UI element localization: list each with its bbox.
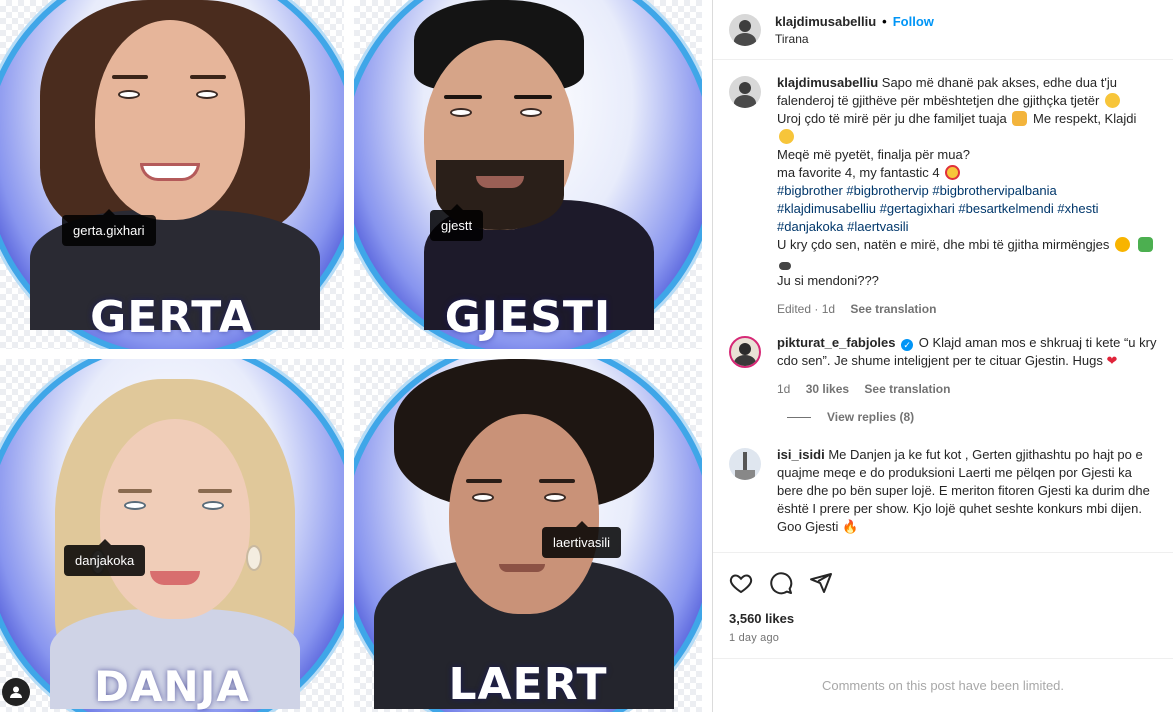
brow xyxy=(466,479,502,483)
mouth xyxy=(150,571,200,585)
red-heart-emoji-icon: ❤ xyxy=(1106,353,1118,368)
follow-button[interactable]: Follow xyxy=(893,14,934,29)
card-name: GJESTI xyxy=(444,292,612,343)
face xyxy=(449,414,599,614)
comment-username[interactable]: pikturat_e_fabjoles xyxy=(777,335,896,350)
mouth xyxy=(140,163,200,181)
brow xyxy=(112,75,148,79)
smiling-emoji-icon xyxy=(779,129,794,144)
author-username[interactable]: klajdimusabelliu xyxy=(775,14,876,29)
comment: pikturat_e_fabjoles ✓ O Klajd aman mos e… xyxy=(729,334,1157,398)
comment-likes[interactable]: 30 likes xyxy=(806,382,849,396)
comments-limited-notice: Comments on this post have been limited. xyxy=(713,658,1173,712)
verified-badge-icon: ✓ xyxy=(901,339,914,351)
comment-icon[interactable] xyxy=(769,571,793,595)
card-name: LAERT xyxy=(448,659,608,710)
view-replies-label: View replies (8) xyxy=(827,410,915,424)
card-laert: LAERT laertivasili xyxy=(354,359,702,712)
hashtags[interactable]: #danjakoka #laertvasili xyxy=(777,219,909,234)
comment-age: 1d xyxy=(777,382,791,396)
comment-text: Me Danjen ja ke fut kot , Gerten gjithas… xyxy=(777,447,1150,534)
brow xyxy=(514,95,552,99)
hashtags[interactable]: #bigbrother #bigbrothervip #bigbrothervi… xyxy=(777,183,1057,198)
caption-text: U kry çdo sen, natën e mirë, dhe mbi të … xyxy=(777,237,1110,252)
caption-text: Uroj çdo të mirë për ju dhe familjet tua… xyxy=(777,111,1007,126)
avatar[interactable] xyxy=(729,76,761,108)
share-icon[interactable] xyxy=(809,571,833,595)
edited-label: Edited · 1d xyxy=(777,302,836,316)
brow xyxy=(118,489,152,493)
eye xyxy=(124,501,146,510)
brow xyxy=(198,489,232,493)
see-translation-link[interactable]: See translation xyxy=(864,382,950,396)
card-name: DANJA xyxy=(94,662,250,711)
hashtags[interactable]: #klajdimusabelliu #gertagixhari #besartk… xyxy=(777,201,1099,216)
post-age: 1 day ago xyxy=(729,632,780,644)
location-link[interactable]: Tirana xyxy=(775,32,934,46)
heart-icon[interactable] xyxy=(729,571,753,595)
likes-count[interactable]: 3,560 likes xyxy=(729,611,1157,626)
praying-hands-emoji-icon xyxy=(1012,111,1028,126)
sun-emoji-icon xyxy=(1115,237,1130,252)
caption-text: ma favorite 4, my fantastic 4 xyxy=(777,165,940,180)
user-tag[interactable]: gjestt xyxy=(430,204,484,241)
eye xyxy=(450,108,472,117)
user-tag[interactable]: gerta.gixhari xyxy=(62,209,156,246)
user-tag[interactable]: danjakoka xyxy=(64,539,146,576)
eye xyxy=(472,493,494,502)
face xyxy=(100,419,250,619)
comment-username[interactable]: isi_isidi xyxy=(777,447,825,462)
avatar[interactable] xyxy=(729,336,761,368)
separator: • xyxy=(882,13,887,29)
view-replies-button[interactable]: View replies (8) xyxy=(787,410,1157,424)
avatar[interactable] xyxy=(729,448,761,480)
divider xyxy=(787,416,811,418)
cloud-emoji-icon xyxy=(779,262,791,270)
user-tag-icon[interactable] xyxy=(2,678,30,706)
face xyxy=(95,20,245,220)
post-actions: 3,560 likes 1 day ago xyxy=(713,552,1173,644)
mouth xyxy=(476,176,524,188)
comments-list[interactable]: klajdimusabelliu Sapo më dhanë pak akses… xyxy=(713,60,1173,552)
card-danja: DANJA danjakoka xyxy=(0,359,344,712)
see-translation-link[interactable]: See translation xyxy=(850,302,936,316)
post-media[interactable]: GERTA gerta.gixhari GJESTI gjestt DANJA … xyxy=(0,0,712,712)
eye xyxy=(202,501,224,510)
fire-emoji-icon: 🔥 xyxy=(842,519,859,534)
eye xyxy=(520,108,542,117)
post-header: klajdimusabelliu • Follow Tirana xyxy=(713,0,1173,60)
brow xyxy=(190,75,226,79)
earring xyxy=(246,545,262,571)
card-name: GERTA xyxy=(90,292,254,343)
brow xyxy=(539,479,575,483)
eye xyxy=(118,90,140,99)
caption-text: Ju si mendoni??? xyxy=(777,273,879,288)
caption-text: Me respekt, Klajdi xyxy=(1033,111,1137,126)
card-gjesti: GJESTI gjestt xyxy=(354,0,702,349)
eye xyxy=(196,90,218,99)
avatar[interactable] xyxy=(729,13,761,46)
caption-text: Meqë më pyetët, finalja për mua? xyxy=(777,147,970,162)
heart-eyes-emoji-icon xyxy=(945,165,961,180)
caption-username[interactable]: klajdimusabelliu xyxy=(777,75,878,90)
caption: klajdimusabelliu Sapo më dhanë pak akses… xyxy=(729,74,1157,318)
brow xyxy=(444,95,482,99)
card-gerta: GERTA gerta.gixhari xyxy=(0,0,344,349)
comment: isi_isidi Me Danjen ja ke fut kot , Gert… xyxy=(729,446,1157,536)
person-emoji-icon xyxy=(1137,237,1153,252)
mouth xyxy=(499,564,545,572)
user-tag[interactable]: laertivasili xyxy=(542,521,622,558)
eye xyxy=(544,493,566,502)
post-side-panel: klajdimusabelliu • Follow Tirana klajdim… xyxy=(712,0,1173,712)
hugging-emoji-icon xyxy=(1104,93,1120,108)
